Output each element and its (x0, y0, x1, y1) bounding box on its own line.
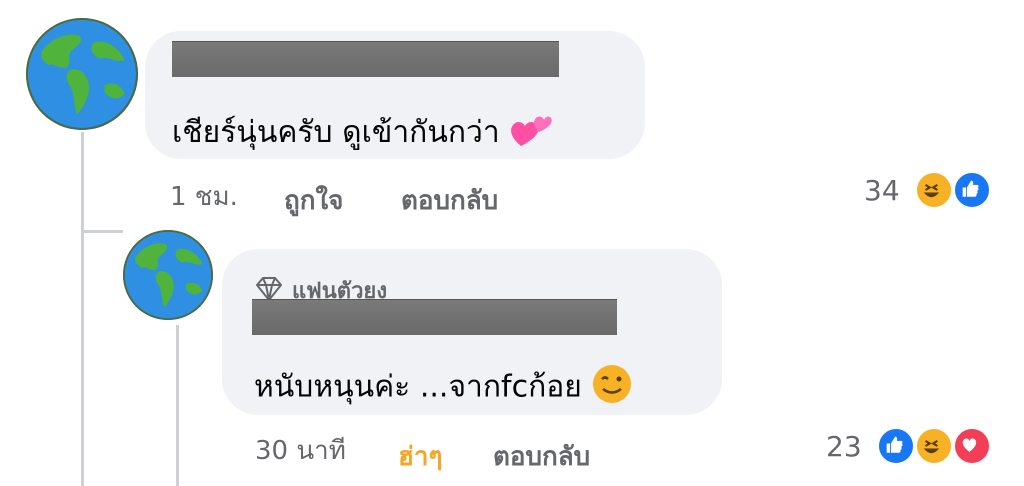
haha-icon[interactable] (914, 426, 954, 466)
reply-button[interactable]: ตอบกลับ (493, 436, 590, 477)
reaction-count[interactable]: 23 (826, 430, 862, 463)
haha-icon[interactable] (914, 170, 954, 210)
reply-bubble: แฟนตัวยง หนับหนุนค่ะ ...จากfcก้อย (222, 249, 722, 415)
thread-line-main (81, 132, 84, 486)
comment-bubble: เชียร์นุ่นครับ ดูเข้ากันกว่า (145, 31, 645, 159)
avatar[interactable] (123, 230, 213, 320)
redacted-name[interactable] (364, 41, 559, 77)
reaction-count[interactable]: 34 (864, 174, 900, 207)
redacted-name[interactable] (430, 299, 617, 335)
like-button[interactable]: ถูกใจ (284, 180, 343, 221)
thread-line-reply (176, 325, 179, 486)
globe-icon (124, 231, 212, 319)
winking-face-icon (591, 363, 633, 413)
redacted-name[interactable] (172, 41, 364, 77)
globe-icon (28, 20, 136, 128)
love-icon[interactable] (952, 426, 992, 466)
haha-button[interactable]: ฮ่าๆ (398, 436, 442, 477)
avatar[interactable] (26, 18, 138, 130)
comment-timestamp[interactable]: 1 ชม. (170, 176, 238, 217)
redacted-name[interactable] (252, 299, 430, 335)
like-icon[interactable] (952, 170, 992, 210)
like-icon[interactable] (876, 426, 916, 466)
reply-text-content: หนับหนุนค่ะ ...จากfcก้อย (254, 369, 582, 405)
reply-text: หนับหนุนค่ะ ...จากfcก้อย (254, 363, 633, 413)
reply-timestamp[interactable]: 30 นาที (255, 430, 346, 471)
two-hearts-icon (509, 110, 553, 158)
reply-button[interactable]: ตอบกลับ (401, 180, 498, 221)
comment-text: เชียร์นุ่นครับ ดูเข้ากันกว่า (172, 109, 553, 158)
thread-line-branch (81, 230, 123, 233)
comment-text-content: เชียร์นุ่นครับ ดูเข้ากันกว่า (172, 115, 500, 150)
